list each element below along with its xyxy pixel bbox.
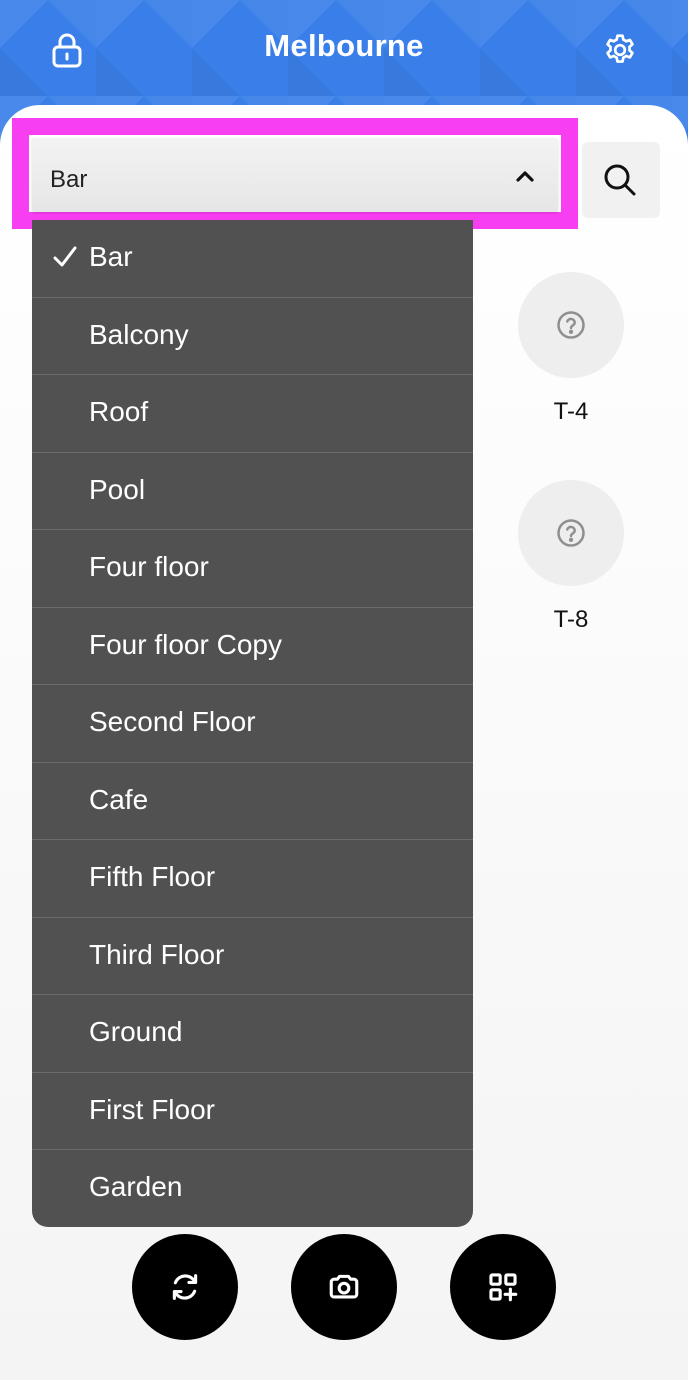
dropdown-item-label: Third Floor	[89, 938, 225, 970]
page-title: Melbourne	[264, 28, 424, 63]
table-t4[interactable]: T-4	[518, 272, 624, 426]
dropdown-item-third-floor[interactable]: Third Floor	[32, 918, 473, 995]
dropdown-item-label: Garden	[89, 1171, 183, 1202]
dropdown-item-ground[interactable]: Ground	[32, 995, 473, 1073]
table-label: T-4	[553, 398, 589, 425]
dropdown-item-label: Roof	[89, 396, 149, 427]
dropdown-item-four-floor-copy[interactable]: Four floor Copy	[32, 608, 473, 685]
dropdown-item-label: Pool	[89, 473, 146, 505]
dropdown-item-roof[interactable]: Roof	[32, 375, 473, 453]
search-icon	[604, 164, 636, 196]
gear-icon[interactable]	[602, 32, 638, 68]
chevron-up-icon	[516, 171, 534, 182]
area-selector-value: Bar	[50, 166, 88, 193]
refresh-button[interactable]	[132, 1234, 238, 1340]
qr-add-icon	[489, 1273, 518, 1302]
dropdown-item-label: Bar	[89, 241, 133, 272]
dropdown-item-garden[interactable]: Garden	[32, 1150, 473, 1227]
table-label: T-8	[553, 606, 589, 633]
refresh-icon	[172, 1274, 198, 1300]
dropdown-item-label: Balcony	[89, 318, 189, 350]
dropdown-item-label: Fifth Floor	[89, 861, 216, 892]
dropdown-item-second-floor[interactable]: Second Floor	[32, 685, 473, 763]
dropdown-item-label: First Floor	[89, 1093, 215, 1125]
dropdown-item-label: Four floor	[89, 551, 209, 582]
table-status-circle	[518, 480, 624, 586]
camera-button[interactable]	[291, 1234, 397, 1340]
checkmark-icon	[53, 246, 77, 267]
dropdown-item-first-floor[interactable]: First Floor	[32, 1073, 473, 1150]
search-button[interactable]	[582, 142, 660, 218]
dropdown-item-label: Cafe	[89, 783, 149, 815]
qr-add-button[interactable]	[450, 1234, 556, 1340]
area-selector[interactable]: Bar	[32, 138, 558, 212]
dropdown-item-fifth-floor[interactable]: Fifth Floor	[32, 840, 473, 918]
dropdown-item-bar[interactable]: Bar	[32, 220, 473, 298]
table-t8[interactable]: T-8	[518, 480, 624, 634]
dropdown-item-pool[interactable]: Pool	[32, 453, 473, 530]
dropdown-item-balcony[interactable]: Balcony	[32, 298, 473, 375]
dropdown-item-four-floor[interactable]: Four floor	[32, 530, 473, 608]
question-icon	[557, 519, 585, 547]
dropdown-item-label: Ground	[89, 1016, 183, 1047]
table-status-circle	[518, 272, 624, 378]
question-icon	[557, 311, 585, 339]
camera-icon	[329, 1274, 359, 1299]
dropdown-item-cafe[interactable]: Cafe	[32, 763, 473, 840]
dropdown-item-label: Four floor Copy	[89, 628, 282, 660]
area-dropdown-menu: Bar Balcony Roof Pool Four floor Four fl…	[32, 220, 473, 1227]
dropdown-item-label: Second Floor	[89, 706, 256, 737]
